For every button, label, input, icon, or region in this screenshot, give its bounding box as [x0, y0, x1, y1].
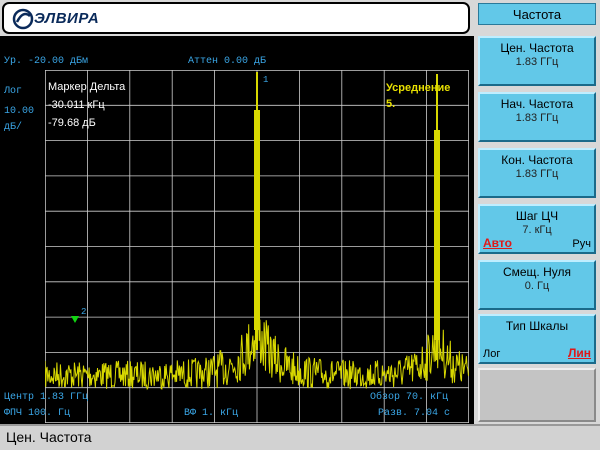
freq-offset-button[interactable]: Смещ. Нуля 0. Гц: [478, 260, 596, 310]
vbw-readout: ВФ 1. кГц: [184, 408, 239, 419]
attenuation: Аттен 0.00 дБ: [188, 56, 267, 67]
freq-offset-label: Смещ. Нуля: [502, 265, 572, 279]
start-freq-button[interactable]: Нач. Частота 1.83 ГГц: [478, 92, 596, 142]
scale-lin-option: Лин: [567, 346, 591, 360]
center-freq-button[interactable]: Цен. Частота 1.83 ГГц: [478, 36, 596, 86]
cf-step-label: Шаг ЦЧ: [515, 209, 559, 223]
averaging-count: 5.: [386, 98, 396, 110]
stop-freq-label: Кон. Частота: [501, 153, 573, 167]
cf-step-manual-option: Руч: [572, 238, 591, 250]
span-readout: Обзор 70. кГц: [370, 392, 449, 403]
scale-log-option: Лог: [483, 348, 501, 360]
scale-type-button[interactable]: Тип Шкалы Лог Лин: [478, 314, 596, 364]
spectrum-screen: Ур. -20.00 дБм Аттен 0.00 дБ Лог 10.00 д…: [0, 36, 474, 424]
marker-readout: Маркер Дельта -30.011 кГц -79.68 дБ: [48, 78, 125, 132]
empty-softkey[interactable]: [478, 368, 596, 422]
scale-type-label: Лог: [4, 86, 23, 97]
menu-title: Частота: [478, 3, 596, 25]
cf-step-button[interactable]: Шаг ЦЧ 7. кГц Авто Руч: [478, 204, 596, 254]
peak-left: [254, 72, 260, 350]
center-freq-value: 1.83 ГГц: [515, 56, 559, 68]
logo-bar: ЭЛВИРА: [2, 2, 470, 34]
cf-step-value: 7. кГц: [522, 224, 552, 236]
analyzer-window: ЭЛВИРА Ур. -20.00 дБм Аттен 0.00 дБ Лог …: [0, 0, 600, 450]
start-freq-value: 1.83 ГГц: [515, 112, 559, 124]
freq-offset-value: 0. Гц: [524, 280, 550, 292]
sweep-readout: Разв. 7.04 с: [378, 408, 451, 419]
averaging-label: Усреднение: [386, 82, 451, 94]
scale-div: 10.00: [4, 106, 35, 117]
peak-right: [434, 74, 440, 360]
logo-text: ЭЛВИРА: [34, 10, 100, 27]
status-bar: Цен. Частота: [0, 424, 600, 450]
marker-2-icon: [71, 316, 79, 323]
averaging-indicator: Усреднение 5.: [386, 80, 450, 112]
softkey-menu: Частота Цен. Частота 1.83 ГГц Нач. Часто…: [474, 0, 600, 424]
marker-title: Маркер Дельта: [48, 81, 126, 93]
marker-1-label: 1: [263, 75, 268, 85]
rbw-readout: ФПЧ 100. Гц: [4, 408, 71, 419]
center-freq-readout: Центр 1.83 ГГц: [4, 392, 89, 403]
marker-freq: -30.011 кГц: [48, 99, 105, 111]
stop-freq-button[interactable]: Кон. Частота 1.83 ГГц: [478, 148, 596, 198]
marker-2-label: 2: [81, 307, 86, 317]
center-freq-label: Цен. Частота: [500, 41, 574, 55]
scale-type-label: Тип Шкалы: [505, 319, 569, 333]
start-freq-label: Нач. Частота: [500, 97, 574, 111]
cf-step-auto-option: Авто: [483, 236, 512, 250]
elvira-logo-icon: [12, 8, 34, 30]
ref-level: Ур. -20.00 дБм: [4, 56, 89, 67]
marker-ampl: -79.68 дБ: [48, 117, 96, 129]
scale-unit: дБ/: [4, 122, 23, 133]
stop-freq-value: 1.83 ГГц: [515, 168, 559, 180]
